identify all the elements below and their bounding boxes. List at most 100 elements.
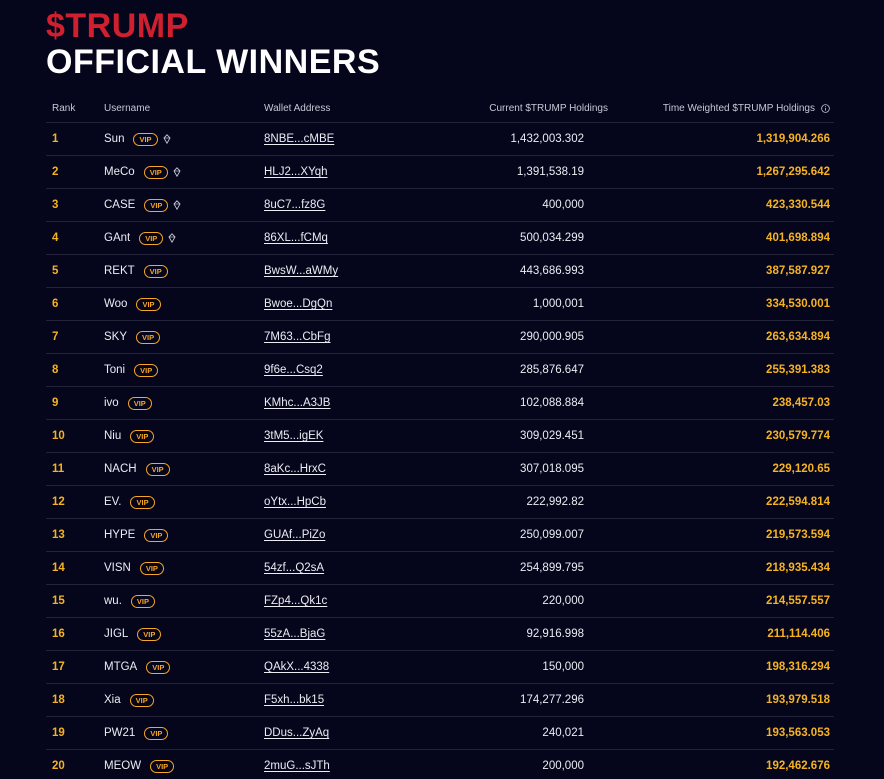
holdings-cell: 150,000	[542, 661, 584, 673]
username-cell: HYPE VIP	[104, 528, 169, 542]
time-weighted-cell: 222,594.814	[766, 496, 830, 508]
time-weighted-cell: 1,319,904.266	[756, 133, 830, 145]
wallet-address-link[interactable]: 54zf...Q2sA	[264, 562, 324, 574]
table-row: 7 SKY VIP 7M63...CbFg 290,000.905 263,634.894	[46, 321, 834, 354]
holdings-cell: 174,277.296	[520, 694, 584, 706]
rank-cell: 8	[52, 364, 59, 376]
wallet-address-link[interactable]: 3tM5...igEK	[264, 430, 323, 442]
wallet-address-link[interactable]: DDus...ZyAq	[264, 727, 329, 739]
username-cell: VISN VIP	[104, 561, 164, 575]
info-icon[interactable]	[821, 103, 830, 113]
holdings-cell: 400,000	[542, 199, 584, 211]
header-time-weighted[interactable]: Time Weighted $TRUMP Holdings	[663, 103, 830, 114]
header-holdings[interactable]: Current $TRUMP Holdings	[489, 103, 608, 114]
username: EV.	[104, 496, 122, 508]
page-title: OFFICIAL WINNERS	[46, 43, 381, 81]
time-weighted-cell: 214,557.557	[766, 595, 830, 607]
holdings-cell: 1,432,003.302	[510, 133, 584, 145]
time-weighted-cell: 218,935.434	[766, 562, 830, 574]
username-cell: Woo VIP	[104, 297, 161, 311]
vip-badge: VIP	[144, 726, 169, 740]
wallet-address-link[interactable]: QAkX...4338	[264, 661, 329, 673]
rank-cell: 1	[52, 133, 59, 145]
vip-badge: VIP	[150, 759, 175, 773]
wallet-address-link[interactable]: KMhc...A3JB	[264, 397, 330, 409]
table-row: 4 GAnt VIP 86XL...fCMq 500,034.299 401,698.89…	[46, 222, 834, 255]
username-cell: NACH VIP	[104, 462, 170, 476]
holdings-cell: 240,021	[542, 727, 584, 739]
table-row: 9 ivo VIP KMhc...A3JB 102,088.884 238,457.03	[46, 387, 834, 420]
rank-cell: 12	[52, 496, 65, 508]
username: Toni	[104, 364, 126, 376]
wallet-address-link[interactable]: Bwoe...DgQn	[264, 298, 332, 310]
wallet-address-link[interactable]: 9f6e...Csq2	[264, 364, 323, 376]
winners-table: Rank Username Wallet Address Current $TR…	[46, 94, 834, 779]
vip-badge: VIP	[139, 231, 164, 245]
username-cell: REKT VIP	[104, 264, 168, 278]
rank-cell: 5	[52, 265, 59, 277]
holdings-cell: 500,034.299	[520, 232, 584, 244]
wallet-address-link[interactable]: 8NBE...cMBE	[264, 133, 334, 145]
username: Woo	[104, 298, 128, 310]
rank-cell: 4	[52, 232, 59, 244]
rank-cell: 14	[52, 562, 65, 574]
username: VISN	[104, 562, 131, 574]
time-weighted-cell: 1,267,295.642	[756, 166, 830, 178]
rank-cell: 10	[52, 430, 65, 442]
vip-badge: VIP	[146, 660, 171, 674]
username-cell: SKY VIP	[104, 330, 161, 344]
vip-badge: VIP	[144, 198, 169, 212]
time-weighted-cell: 238,457.03	[772, 397, 830, 409]
time-weighted-cell: 219,573.594	[766, 529, 830, 541]
vip-badge: VIP	[143, 165, 168, 179]
username: JIGL	[104, 628, 129, 640]
rank-cell: 13	[52, 529, 65, 541]
vip-badge: VIP	[134, 363, 159, 377]
username: MTGA	[104, 661, 138, 673]
header-wallet[interactable]: Wallet Address	[264, 103, 330, 114]
wallet-address-link[interactable]: 8aKc...HrxC	[264, 463, 326, 475]
vip-badge: VIP	[130, 429, 155, 443]
wallet-address-link[interactable]: 7M63...CbFg	[264, 331, 330, 343]
vip-badge: VIP	[144, 528, 169, 542]
rank-cell: 20	[52, 760, 65, 772]
holdings-cell: 102,088.884	[520, 397, 584, 409]
table-row: 5 REKT VIP BwsW...aWMy 443,686.993 387,587.92…	[46, 255, 834, 288]
wallet-address-link[interactable]: 86XL...fCMq	[264, 232, 328, 244]
vip-badge: VIP	[130, 495, 155, 509]
wallet-address-link[interactable]: F5xh...bk15	[264, 694, 324, 706]
rank-cell: 19	[52, 727, 65, 739]
wallet-address-link[interactable]: FZp4...Qk1c	[264, 595, 327, 607]
wallet-address-link[interactable]: HLJ2...XYqh	[264, 166, 328, 178]
time-weighted-cell: 387,587.927	[766, 265, 830, 277]
username: Xia	[104, 694, 121, 706]
wallet-address-link[interactable]: oYtx...HpCb	[264, 496, 326, 508]
table-row: 10 Niu VIP 3tM5...igEK 309,029.451 230,579.77…	[46, 420, 834, 453]
username-cell: Toni VIP	[104, 363, 159, 377]
username: Sun	[104, 133, 125, 145]
username-cell: MEOW VIP	[104, 759, 175, 773]
header-username[interactable]: Username	[104, 103, 150, 114]
rank-cell: 7	[52, 331, 59, 343]
vip-badge: VIP	[143, 264, 168, 278]
username-cell: ivo VIP	[104, 396, 152, 410]
header-time-weighted-label: Time Weighted $TRUMP Holdings	[662, 102, 815, 114]
username-cell: Xia VIP	[104, 693, 154, 707]
time-weighted-cell: 211,114.406	[767, 628, 830, 640]
username: MeCo	[104, 166, 135, 178]
username-cell: EV. VIP	[104, 495, 155, 509]
wallet-address-link[interactable]: BwsW...aWMy	[264, 265, 338, 277]
wallet-address-link[interactable]: 2muG...sJTh	[264, 760, 330, 772]
table-row: 20 MEOW VIP 2muG...sJTh 200,000 192,462.676	[46, 750, 834, 779]
wallet-address-link[interactable]: 8uC7...fz8G	[264, 199, 325, 211]
holdings-cell: 1,391,538.19	[516, 166, 584, 178]
username: MEOW	[104, 760, 142, 772]
header-rank[interactable]: Rank	[52, 103, 75, 114]
rank-cell: 3	[52, 199, 59, 211]
gem-icon	[163, 134, 171, 144]
vip-badge: VIP	[136, 297, 161, 311]
username-cell: MeCo VIP	[104, 165, 181, 179]
wallet-address-link[interactable]: GUAf...PiZo	[264, 529, 325, 541]
ticker-title: $TRUMP	[46, 7, 189, 45]
wallet-address-link[interactable]: 55zA...BjaG	[264, 628, 325, 640]
